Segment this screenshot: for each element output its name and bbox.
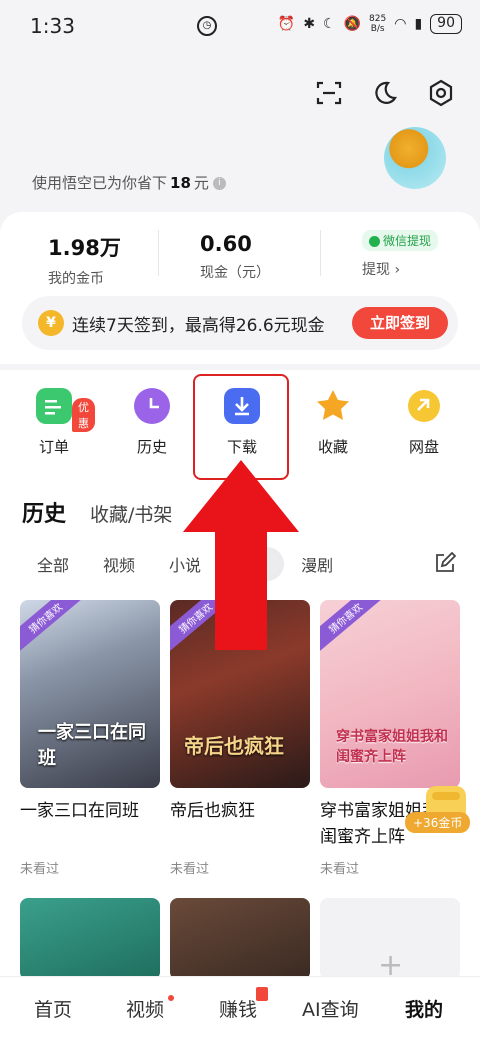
- nav-mine[interactable]: 我的: [405, 995, 443, 1022]
- battery-indicator: 90: [430, 14, 462, 34]
- star-icon: [315, 388, 351, 424]
- withdraw-label: 提现 ›: [362, 262, 401, 278]
- status-bar: 1:33 ◷ ⏰ ✱ ☾ 🔕 825 B/s ◠ ▮ 90: [0, 0, 480, 52]
- divider: [158, 230, 159, 276]
- bottom-nav: 首页 视频 赚钱 AI查询 我的: [0, 976, 480, 1040]
- savings-amount: 18: [170, 174, 191, 192]
- wechat-withdraw-badge: 微信提现: [362, 230, 439, 251]
- status-time: 1:33: [30, 14, 75, 38]
- app-notification-icon: ◷: [197, 16, 217, 36]
- scan-icon[interactable]: [314, 78, 344, 108]
- coins-stat[interactable]: 1.98万 我的金币: [48, 232, 121, 288]
- drama-title[interactable]: 帝后也疯狂: [170, 798, 316, 824]
- history-icon: [134, 388, 170, 424]
- nav-ai-search[interactable]: AI查询: [302, 995, 359, 1022]
- watch-status: 未看过: [20, 862, 60, 877]
- signal-icon: ▮: [414, 16, 423, 32]
- checkin-banner[interactable]: ¥ 连续7天签到，最高得26.6元现金 立即签到: [22, 296, 458, 350]
- night-mode-icon[interactable]: [370, 78, 400, 108]
- nav-home[interactable]: 首页: [34, 995, 72, 1022]
- wallet-card: 1.98万 我的金币 0.60 现金（元） 微信提现 提现 › ¥ 连续7天签到…: [0, 212, 480, 364]
- orders-icon: [36, 388, 72, 424]
- quick-cloud[interactable]: 网盘: [384, 388, 464, 457]
- nav-earn[interactable]: 赚钱: [219, 995, 257, 1022]
- coin-icon: ¥: [38, 310, 64, 336]
- edit-icon[interactable]: [434, 551, 457, 574]
- savings-text: 使用悟空已为你省下 18 元 i: [32, 172, 226, 193]
- notification-dot: [168, 995, 174, 1001]
- tab-history[interactable]: 历史: [22, 496, 66, 528]
- wechat-icon: [369, 236, 380, 247]
- cloud-drive-icon: [406, 388, 442, 424]
- info-icon[interactable]: i: [212, 177, 226, 190]
- divider: [320, 230, 321, 276]
- top-actions: [314, 78, 456, 108]
- quick-history[interactable]: 历史: [112, 388, 192, 457]
- mute-icon: 🔕: [343, 16, 362, 32]
- drama-title[interactable]: 一家三口在同班: [20, 798, 166, 824]
- watch-status: 未看过: [320, 862, 360, 877]
- withdraw-stat[interactable]: 微信提现 提现 ›: [362, 230, 439, 279]
- poster-text: 帝后也疯狂: [184, 734, 284, 758]
- history-tabs: 历史 收藏/书架: [22, 496, 172, 528]
- poster-text: 一家三口在同班: [38, 722, 146, 769]
- poster-text: 穿书富家姐姐我和闺蜜齐上阵: [336, 729, 448, 765]
- promo-badge: 优惠: [72, 398, 95, 432]
- coins-label: 我的金币: [48, 271, 104, 287]
- red-packet-icon: [256, 987, 268, 1001]
- cash-stat[interactable]: 0.60 现金（元）: [200, 232, 270, 282]
- coins-value: 1.98万: [48, 236, 121, 260]
- reward-coins-tag[interactable]: +36金币: [405, 812, 471, 833]
- poster-card[interactable]: [20, 898, 160, 980]
- bluetooth-icon: ✱: [303, 16, 316, 32]
- avatar[interactable]: [384, 127, 446, 189]
- ribbon-badge: 猜你喜欢: [320, 600, 386, 654]
- quick-orders[interactable]: 订单 优惠: [14, 388, 95, 457]
- cash-value: 0.60: [200, 232, 252, 256]
- cash-label: 现金（元）: [200, 265, 270, 281]
- ribbon-badge: 猜你喜欢: [20, 600, 86, 654]
- net-speed: 825 B/s: [369, 14, 387, 34]
- status-icons: ⏰ ✱ ☾ 🔕 825 B/s ◠ ▮ 90: [278, 14, 462, 34]
- wifi-icon: ◠: [394, 16, 407, 32]
- checkin-button[interactable]: 立即签到: [352, 307, 448, 339]
- settings-icon[interactable]: [426, 78, 456, 108]
- add-card[interactable]: +: [320, 898, 460, 980]
- filter-all[interactable]: 全部: [20, 547, 86, 581]
- moon-icon: ☾: [323, 16, 336, 32]
- quick-favorites[interactable]: 收藏: [293, 388, 373, 457]
- tab-favorites[interactable]: 收藏/书架: [90, 500, 172, 527]
- checkin-text: 连续7天签到，最高得26.6元现金: [72, 316, 325, 336]
- watch-status: 未看过: [170, 862, 210, 877]
- alarm-icon: ⏰: [277, 16, 296, 32]
- filter-video[interactable]: 视频: [86, 547, 152, 581]
- poster-card[interactable]: 猜你喜欢 穿书富家姐姐我和闺蜜齐上阵: [320, 600, 460, 788]
- nav-video[interactable]: 视频: [126, 995, 164, 1022]
- poster-card[interactable]: 猜你喜欢 一家三口在同班: [20, 600, 160, 788]
- pointer-arrow-icon: [183, 460, 299, 650]
- poster-card[interactable]: [170, 898, 310, 980]
